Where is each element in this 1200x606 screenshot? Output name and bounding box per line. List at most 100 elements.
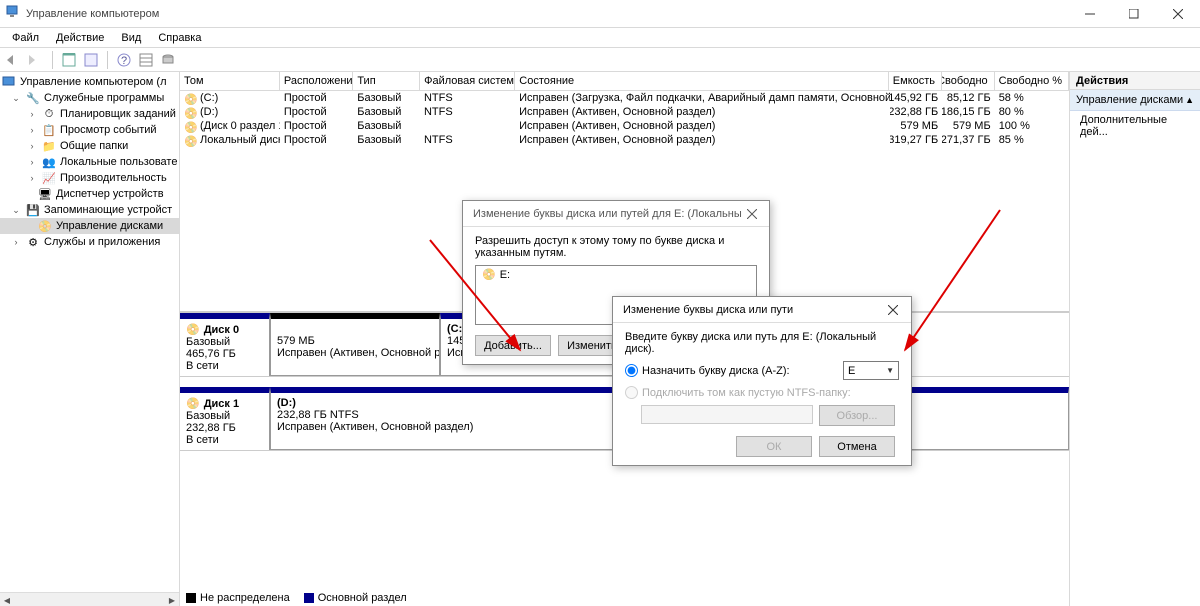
tree-root[interactable]: Управление компьютером (л bbox=[0, 74, 179, 90]
add-button[interactable]: Добавить... bbox=[475, 335, 551, 356]
cancel-button[interactable]: Отмена bbox=[819, 436, 895, 457]
col-emk[interactable]: Емкость bbox=[889, 72, 942, 90]
list-item[interactable]: 📀E: bbox=[476, 266, 756, 283]
disk0-partition-1[interactable]: 579 МБ Исправен (Активен, Основной раз. bbox=[270, 313, 440, 376]
dialog2-close-button[interactable] bbox=[881, 300, 905, 320]
opt-mount-ntfs[interactable]: Подключить том как пустую NTFS-папку: bbox=[625, 386, 899, 399]
legend-primary: Основной раздел bbox=[318, 592, 407, 604]
drive-icon: 📀 bbox=[184, 135, 196, 145]
drive-icon: 📀 bbox=[184, 107, 196, 117]
tree-users[interactable]: ›👥Локальные пользовате bbox=[0, 154, 179, 170]
tree-devmgr[interactable]: 🖥Диспетчер устройств bbox=[0, 186, 179, 202]
actions-header: Действия bbox=[1070, 72, 1200, 90]
col-fs[interactable]: Файловая система bbox=[420, 72, 515, 90]
tree-storage[interactable]: ⌄💾Запоминающие устройст bbox=[0, 202, 179, 218]
tree-systemtools[interactable]: ⌄🔧Служебные программы bbox=[0, 90, 179, 106]
tree-hscroll[interactable]: ◀▶ bbox=[0, 592, 179, 606]
disk1-size: 232,88 ГБ bbox=[186, 422, 263, 434]
table-row[interactable]: 📀(D:)ПростойБазовыйNTFSИсправен (Активен… bbox=[180, 105, 1069, 119]
vol-svop: 100 % bbox=[995, 119, 1069, 133]
tree-item-label: Службы и приложения bbox=[44, 236, 160, 248]
letter-combo[interactable]: E▼ bbox=[843, 361, 899, 380]
col-svop[interactable]: Свободно % bbox=[995, 72, 1069, 90]
expand-icon[interactable]: › bbox=[26, 108, 38, 120]
radio-assign[interactable] bbox=[625, 364, 638, 377]
tool-grid-icon[interactable] bbox=[136, 50, 156, 70]
vol-tip: Базовый bbox=[353, 119, 420, 133]
disk1-status: В сети bbox=[186, 434, 263, 446]
tool-view-icon[interactable] bbox=[59, 50, 79, 70]
actions-context[interactable]: Управление дисками ▲ bbox=[1070, 90, 1200, 111]
menu-help[interactable]: Справка bbox=[150, 30, 209, 46]
nav-fwd-button[interactable] bbox=[26, 50, 46, 70]
tree-item-label: Просмотр событий bbox=[60, 124, 157, 136]
maximize-button[interactable] bbox=[1112, 0, 1156, 28]
svg-text:?: ? bbox=[121, 55, 127, 67]
vol-svo: 271,37 ГБ bbox=[942, 133, 995, 147]
vol-tom: Локальный диск (E:) bbox=[200, 134, 280, 146]
disk1-header[interactable]: 📀Диск 1 Базовый 232,88 ГБ В сети bbox=[180, 387, 270, 450]
tree-eventviewer[interactable]: › 📋 Просмотр событий bbox=[0, 122, 179, 138]
col-ras[interactable]: Расположение bbox=[280, 72, 353, 90]
menu-action[interactable]: Действие bbox=[48, 30, 112, 46]
expand-icon[interactable]: ⌄ bbox=[10, 204, 22, 216]
table-row[interactable]: 📀(Диск 0 раздел 1)ПростойБазовыйИсправен… bbox=[180, 119, 1069, 133]
perf-icon: 📈 bbox=[42, 171, 56, 185]
dialog1-close-button[interactable] bbox=[742, 204, 763, 224]
window-title: Управление компьютером bbox=[26, 8, 159, 20]
tree-root-label: Управление компьютером (л bbox=[20, 76, 167, 88]
expand-icon[interactable]: › bbox=[26, 172, 38, 184]
vol-emk: 232,88 ГБ bbox=[890, 105, 943, 119]
col-tip[interactable]: Тип bbox=[353, 72, 420, 90]
radio-mount bbox=[625, 386, 638, 399]
tree-shared[interactable]: ›📁Общие папки bbox=[0, 138, 179, 154]
disk0-name: Диск 0 bbox=[204, 324, 239, 336]
actions-context-label: Управление дисками bbox=[1076, 94, 1183, 106]
expand-icon[interactable]: › bbox=[26, 124, 38, 136]
storage-icon: 💾 bbox=[26, 203, 40, 217]
vol-emk: 319,27 ГБ bbox=[890, 133, 943, 147]
close-button[interactable] bbox=[1156, 0, 1200, 28]
drive-icon: 📀 bbox=[184, 93, 196, 103]
expand-icon[interactable]: › bbox=[10, 236, 22, 248]
col-sost[interactable]: Состояние bbox=[515, 72, 889, 90]
table-row[interactable]: 📀Локальный диск (E:)ПростойБазовыйNTFSИс… bbox=[180, 133, 1069, 147]
menu-view[interactable]: Вид bbox=[113, 30, 149, 46]
expand-icon[interactable]: › bbox=[26, 140, 38, 152]
nav-back-button[interactable] bbox=[4, 50, 24, 70]
disk0-header[interactable]: 📀Диск 0 Базовый 465,76 ГБ В сети bbox=[180, 313, 270, 376]
vol-emk: 145,92 ГБ bbox=[890, 91, 943, 105]
scroll-right-icon[interactable]: ▶ bbox=[165, 593, 179, 606]
tree-diskmgmt[interactable]: 📀Управление дисками bbox=[0, 218, 179, 234]
col-svo[interactable]: Свободно bbox=[942, 72, 995, 90]
menu-file[interactable]: Файл bbox=[4, 30, 47, 46]
tool-disk-icon[interactable] bbox=[158, 50, 178, 70]
tool-properties-icon[interactable] bbox=[81, 50, 101, 70]
expand-icon[interactable]: › bbox=[26, 156, 38, 168]
legend-unalloc: Не распределена bbox=[200, 592, 290, 604]
opt1-label: Назначить букву диска (A-Z): bbox=[642, 365, 790, 377]
vol-sost: Исправен (Активен, Основной раздел) bbox=[515, 105, 890, 119]
disk1-name: Диск 1 bbox=[204, 398, 239, 410]
event-icon: 📋 bbox=[42, 123, 56, 137]
tree-scheduler[interactable]: ›⏱Планировщик заданий bbox=[0, 106, 179, 122]
opt-assign-letter[interactable]: Назначить букву диска (A-Z): bbox=[625, 364, 790, 377]
tree-perf[interactable]: ›📈Производительность bbox=[0, 170, 179, 186]
tree-services[interactable]: ›⚙Службы и приложения bbox=[0, 234, 179, 250]
legend: Не распределена Основной раздел bbox=[180, 590, 1069, 606]
col-tom[interactable]: Том bbox=[180, 72, 280, 90]
actions-pane: Действия Управление дисками ▲ Дополнител… bbox=[1070, 72, 1200, 606]
disk1-type: Базовый bbox=[186, 410, 263, 422]
vol-fs: NTFS bbox=[420, 91, 515, 105]
actions-more[interactable]: Дополнительные дей... bbox=[1070, 111, 1200, 141]
opt2-label: Подключить том как пустую NTFS-папку: bbox=[642, 387, 851, 399]
browse-button: Обзор... bbox=[819, 405, 895, 426]
part-state: Исправен (Активен, Основной раз. bbox=[277, 347, 433, 359]
vol-svo: 85,12 ГБ bbox=[942, 91, 995, 105]
table-row[interactable]: 📀(C:)ПростойБазовыйNTFSИсправен (Загрузк… bbox=[180, 91, 1069, 105]
scroll-left-icon[interactable]: ◀ bbox=[0, 593, 14, 606]
tool-help-icon[interactable]: ? bbox=[114, 50, 134, 70]
expand-icon[interactable]: ⌄ bbox=[10, 92, 22, 104]
minimize-button[interactable] bbox=[1068, 0, 1112, 28]
vol-fs: NTFS bbox=[420, 105, 515, 119]
